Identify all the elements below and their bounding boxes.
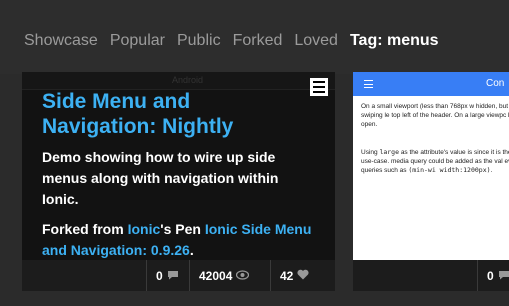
tab-public[interactable]: Public	[177, 32, 221, 50]
pen-stats: 0	[353, 260, 509, 291]
para2-code-large: large	[379, 148, 400, 156]
tab-tag-menus[interactable]: Tag: menus	[350, 32, 439, 50]
nav-tabs: Showcase Popular Public Forked Loved Tag…	[24, 32, 439, 50]
tab-loved[interactable]: Loved	[294, 32, 338, 50]
menu-icon[interactable]	[310, 78, 328, 96]
pen-preview[interactable]: Con On a small viewport (less than 768px…	[353, 72, 509, 260]
para2-pre: Using	[361, 149, 380, 156]
preview-header-title: Android	[172, 75, 204, 85]
tab-showcase[interactable]: Showcase	[24, 32, 98, 50]
forked-prefix: Forked from	[42, 221, 128, 237]
forked-author-link[interactable]: Ionic	[128, 221, 161, 237]
views-stat[interactable]: 42004	[189, 260, 258, 291]
para2-end: .	[490, 167, 493, 174]
pen-title[interactable]: Side Menu and Navigation: Nightly	[42, 89, 302, 139]
top-nav: Showcase Popular Public Forked Loved Tag…	[0, 0, 509, 74]
comments-stat[interactable]: 0	[146, 260, 188, 291]
forked-from: Forked from Ionic's Pen Ionic Side Menu …	[42, 219, 317, 260]
menu-icon[interactable]	[364, 80, 373, 88]
comments-count: 0	[156, 268, 163, 283]
loves-count: 42	[280, 268, 294, 283]
comment-icon	[167, 269, 179, 283]
eye-icon	[236, 269, 250, 283]
preview-header: Android	[22, 72, 335, 90]
preview-header-title: Con	[486, 78, 505, 89]
forked-suffix: .	[189, 242, 194, 258]
preview-paragraph-2: Using large as the attribute's value is …	[361, 148, 509, 175]
tab-forked[interactable]: Forked	[233, 32, 283, 50]
comments-stat[interactable]: 0	[477, 260, 509, 291]
pen-description: Demo showing how to wire up side menus a…	[42, 149, 279, 207]
comments-count: 0	[487, 268, 494, 283]
preview-paragraph-1: On a small viewport (less than 768px w h…	[361, 103, 509, 128]
comment-icon	[498, 269, 509, 283]
para2-code-query: (min-wi width:1200px)	[408, 166, 491, 174]
views-count: 42004	[199, 268, 233, 283]
pen-stats: 0 42004 42	[22, 260, 335, 291]
pen-card-side-menu-docs[interactable]: Con On a small viewport (less than 768px…	[353, 72, 509, 291]
forked-mid: 's Pen	[160, 221, 205, 237]
heart-icon	[297, 269, 309, 283]
pen-card-side-menu[interactable]: Android Side Menu and Navigation: Nightl…	[22, 72, 335, 291]
loves-stat[interactable]: 42	[270, 260, 318, 291]
preview-header: Con	[353, 72, 509, 96]
pen-preview[interactable]: Android Side Menu and Navigation: Nightl…	[22, 72, 335, 260]
tab-popular[interactable]: Popular	[110, 32, 165, 50]
